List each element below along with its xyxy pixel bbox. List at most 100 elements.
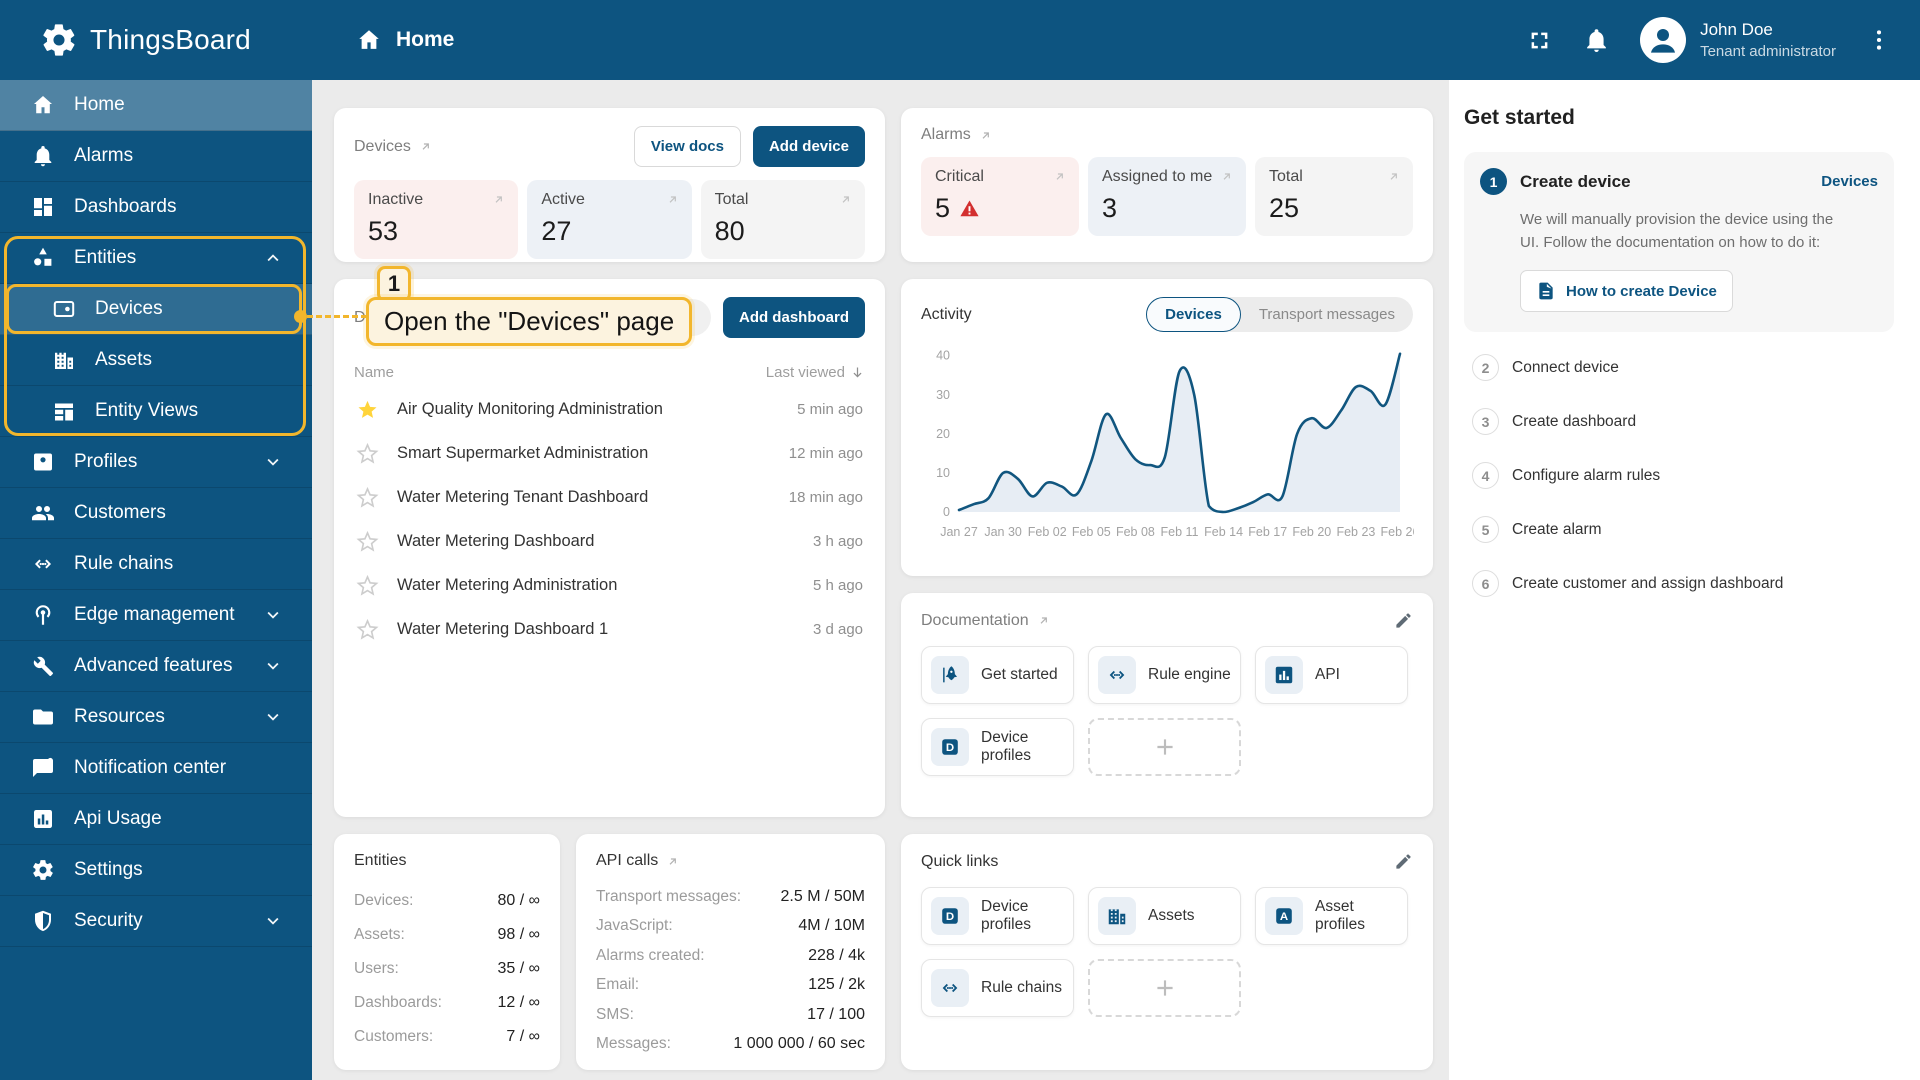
get-started-step-4[interactable]: 4 Configure alarm rules: [1464, 457, 1894, 494]
alarms-stat-assigned-to-me[interactable]: Assigned to me 3: [1088, 157, 1246, 236]
sidebar-item-settings[interactable]: Settings: [0, 845, 312, 896]
rule-chains-icon: [1106, 664, 1128, 686]
column-last-viewed[interactable]: Last viewed: [766, 364, 865, 381]
star-outline-icon[interactable]: [356, 574, 379, 597]
dashboard-list-item[interactable]: Water Metering Tenant Dashboard 18 min ag…: [334, 475, 885, 519]
api-calls-open-icon[interactable]: [665, 854, 680, 869]
sidebar-item-notification-center[interactable]: Notification center: [0, 743, 312, 794]
dashboard-name: Water Metering Dashboard 1: [397, 619, 609, 638]
asset-profile-icon: A: [1273, 905, 1295, 927]
dashboard-last-viewed: 3 d ago: [812, 620, 863, 638]
sidebar-item-customers[interactable]: Customers: [0, 488, 312, 539]
entities-label: Devices:: [354, 892, 414, 909]
dashboard-list-item[interactable]: Water Metering Dashboard 1 3 d ago: [334, 607, 885, 651]
settings-icon: [31, 858, 55, 882]
rocket-icon: [939, 664, 961, 686]
edge-management-icon: [31, 603, 55, 627]
get-started-step-2[interactable]: 2 Connect device: [1464, 349, 1894, 386]
quick-links-edit-icon[interactable]: [1394, 852, 1413, 871]
entities-row: Users: 35 / ∞: [354, 960, 540, 978]
api-calls-row: Alarms created: 228 / 4k: [596, 947, 865, 965]
get-started-title: Get started: [1464, 106, 1575, 129]
devices-stat-active[interactable]: Active 27: [527, 180, 692, 259]
devices-stat-total[interactable]: Total 80: [700, 180, 865, 259]
sidebar-item-api-usage[interactable]: Api Usage: [0, 794, 312, 845]
activity-chart: 0 10 20 30 40 Jan 27 Jan 30 Feb 02 Feb 05 Feb 08 F…: [901, 332, 1433, 559]
sidebar-item-resources[interactable]: Resources: [0, 692, 312, 743]
dashboard-last-viewed: 18 min ago: [788, 488, 863, 506]
documentation-link-get-started[interactable]: Get started: [921, 646, 1074, 704]
svg-text:20: 20: [936, 427, 950, 441]
how-to-create-device-button[interactable]: How to create Device: [1520, 270, 1733, 312]
api-calls-label: Messages:: [596, 1035, 671, 1052]
sidebar-item-security[interactable]: Security: [0, 896, 312, 947]
star-filled-icon[interactable]: [356, 398, 379, 421]
sidebar-item-alarms[interactable]: Alarms: [0, 131, 312, 182]
documentation-edit-icon[interactable]: [1394, 611, 1413, 630]
entities-value: 12 / ∞: [497, 994, 540, 1011]
avatar[interactable]: [1640, 17, 1687, 63]
step-1-devices-link[interactable]: Devices: [1821, 173, 1878, 190]
sidebar-item-label: Profiles: [74, 451, 138, 472]
column-name[interactable]: Name: [354, 364, 766, 381]
devices-open-icon[interactable]: [418, 139, 433, 154]
user-menu[interactable]: John Doe Tenant administrator: [1640, 17, 1836, 63]
sidebar-item-label: Resources: [74, 706, 165, 727]
quick-link-assets[interactable]: Assets: [1088, 887, 1241, 945]
dashboard-list-item[interactable]: Water Metering Administration 5 h ago: [334, 563, 885, 607]
rule-chains-icon: [1098, 656, 1136, 694]
dashboard-list-item[interactable]: Air Quality Monitoring Administration 5 m…: [334, 387, 885, 431]
quick-add-tile[interactable]: [1088, 959, 1241, 1017]
notifications-bell-button[interactable]: [1583, 27, 1610, 54]
alarms-stat-total[interactable]: Total 25: [1255, 157, 1413, 236]
assets-building-icon: [1098, 897, 1136, 935]
alarms-icon: [31, 144, 55, 168]
devices-stat-inactive[interactable]: Inactive 53: [354, 180, 519, 259]
app-logo[interactable]: ThingsBoard: [0, 0, 312, 80]
kebab-menu-button[interactable]: [1866, 27, 1892, 53]
get-started-step-5[interactable]: 5 Create alarm: [1464, 511, 1894, 548]
activity-tab-transport-messages[interactable]: Transport messages: [1241, 298, 1413, 331]
add-device-button[interactable]: Add device: [752, 126, 865, 167]
dashboard-last-viewed: 5 min ago: [797, 400, 863, 418]
alarms-stat-critical[interactable]: Critical 5: [921, 157, 1079, 236]
add-dashboard-button[interactable]: Add dashboard: [722, 297, 865, 338]
get-started-step-3[interactable]: 3 Create dashboard: [1464, 403, 1894, 440]
star-outline-icon[interactable]: [356, 530, 379, 553]
svg-text:D: D: [946, 742, 954, 754]
sidebar-item-dashboards[interactable]: Dashboards: [0, 182, 312, 233]
sidebar-item-label: Customers: [74, 502, 166, 523]
documentation-link-api[interactable]: API: [1255, 646, 1408, 704]
documentation-open-icon[interactable]: [1036, 613, 1051, 628]
documentation-link-device-profiles[interactable]: D Device profiles: [921, 718, 1074, 776]
sidebar-item-home[interactable]: Home: [0, 80, 312, 131]
dashboard-name: Water Metering Dashboard: [397, 531, 595, 550]
documentation-add-tile[interactable]: [1088, 718, 1241, 776]
get-started-step-6[interactable]: 6 Create customer and assign dashboard: [1464, 565, 1894, 602]
customers-icon: [31, 501, 55, 525]
sidebar-item-advanced-features[interactable]: Advanced features: [0, 641, 312, 692]
annotation-highlight-devices-item: [6, 284, 302, 334]
alarms-open-icon[interactable]: [978, 128, 993, 143]
annotation-tooltip: Open the "Devices" page: [366, 297, 693, 346]
svg-text:Feb 26: Feb 26: [1381, 525, 1414, 539]
api-calls-label: SMS:: [596, 1005, 634, 1023]
sidebar-item-edge-management[interactable]: Edge management: [0, 590, 312, 641]
star-outline-icon[interactable]: [356, 442, 379, 465]
dashboard-list-item[interactable]: Smart Supermarket Administration 12 min a…: [334, 431, 885, 475]
star-outline-icon[interactable]: [356, 618, 379, 641]
chevron-down-icon: [262, 604, 284, 626]
quick-link-device-profiles[interactable]: D Device profiles: [921, 887, 1074, 945]
view-docs-button[interactable]: View docs: [633, 126, 741, 167]
step-label: Configure alarm rules: [1512, 466, 1661, 484]
sidebar-item-rule-chains[interactable]: Rule chains: [0, 539, 312, 590]
activity-tab-devices[interactable]: Devices: [1146, 297, 1241, 332]
sidebar-item-profiles[interactable]: Profiles: [0, 437, 312, 488]
quick-link-asset-profiles[interactable]: A Asset profiles: [1255, 887, 1408, 945]
star-outline-icon[interactable]: [356, 486, 379, 509]
rule-chains-icon: [31, 552, 55, 576]
documentation-link-rule-engine[interactable]: Rule engine: [1088, 646, 1241, 704]
dashboard-list-item[interactable]: Water Metering Dashboard 3 h ago: [334, 519, 885, 563]
fullscreen-button[interactable]: [1526, 27, 1553, 54]
quick-link-rule-chains[interactable]: Rule chains: [921, 959, 1074, 1017]
